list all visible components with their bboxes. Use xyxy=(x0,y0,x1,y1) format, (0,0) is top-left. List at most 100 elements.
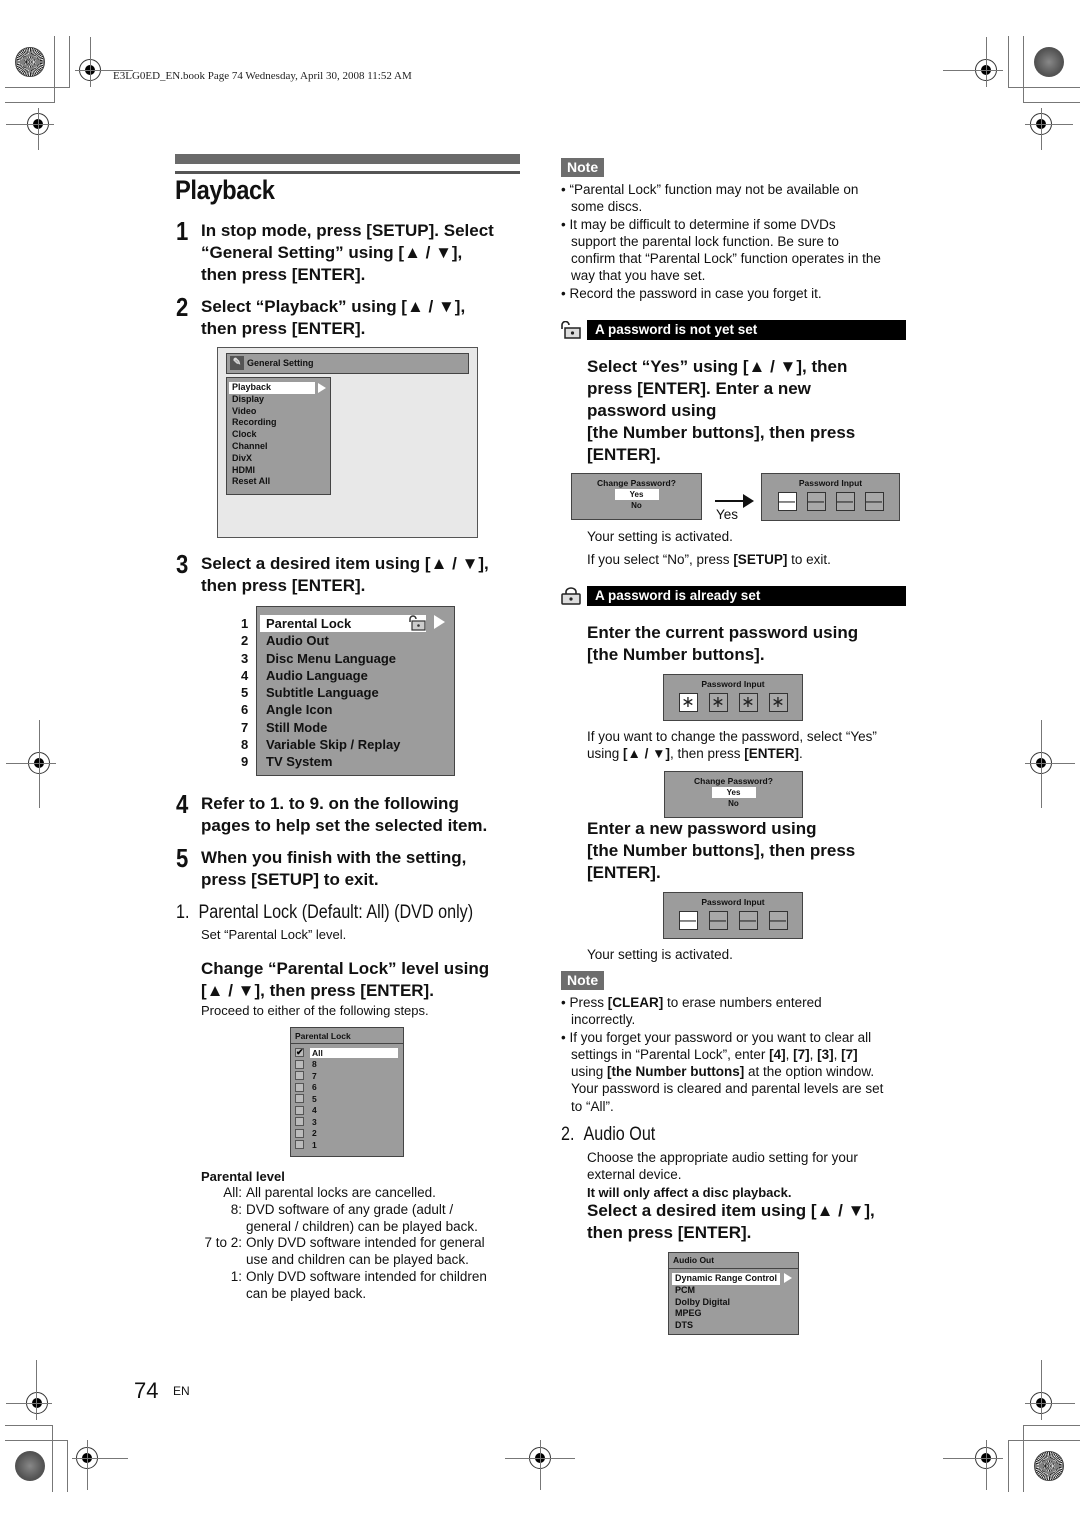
step-number: 2 xyxy=(176,292,189,322)
password-digit[interactable]: — xyxy=(835,492,855,511)
step-number: 4 xyxy=(176,789,189,819)
password-digit[interactable]: ∗ xyxy=(738,693,758,712)
menu-item-angle-icon[interactable]: Angle Icon xyxy=(260,701,454,718)
step-text: Select “Playback” using [▲ / ▼], then pre… xyxy=(201,297,466,338)
password-digit[interactable]: ∗ xyxy=(768,693,788,712)
step-number: 3 xyxy=(176,549,189,579)
menu-item-clock[interactable]: Clock xyxy=(229,429,330,441)
setting-activated-text: Your setting is activated. xyxy=(587,529,733,544)
level-option-all[interactable]: ✔ All xyxy=(291,1047,403,1059)
menu-item-display[interactable]: Display xyxy=(229,394,330,406)
password-digit[interactable]: ∗ xyxy=(708,693,728,712)
checkbox-icon[interactable] xyxy=(295,1059,304,1069)
yes-option[interactable]: Yes xyxy=(614,489,659,500)
playback-menu: Parental Lock Audio Out Disc Menu Langua… xyxy=(256,606,455,776)
menu-item-video[interactable]: Video xyxy=(229,406,330,418)
parental-lock-instruction: Change “Parental Lock” level using [▲ / ▼… xyxy=(201,959,490,1000)
new-password-input-box: Password Input — — — — xyxy=(663,892,803,939)
yes-option[interactable]: Yes xyxy=(711,787,756,798)
level-option-3[interactable]: 3 xyxy=(291,1116,403,1128)
password-digit[interactable]: — xyxy=(678,911,698,930)
general-setting-screen: ✎ General Setting Playback Display Video… xyxy=(217,347,478,538)
parental-lock-menu-title: Parental Lock xyxy=(291,1028,403,1044)
level-option-4[interactable]: 4 xyxy=(291,1105,403,1117)
menu-item-still-mode[interactable]: Still Mode xyxy=(260,719,454,736)
already-set-instruction: Enter the current password using [the Num… xyxy=(587,623,859,664)
triangle-right-icon xyxy=(784,1273,792,1283)
audio-out-menu-title: Audio Out xyxy=(669,1253,798,1269)
menu-item-channel[interactable]: Channel xyxy=(229,441,330,453)
menu-item-pcm[interactable]: PCM xyxy=(672,1285,798,1297)
password-input-box: Password Input — — — — xyxy=(761,473,900,521)
checkbox-icon[interactable] xyxy=(295,1117,304,1127)
checkbox-icon[interactable] xyxy=(295,1094,304,1104)
arrow-right-icon xyxy=(715,500,745,502)
menu-item-dts[interactable]: DTS xyxy=(672,1320,798,1332)
password-digit[interactable]: — xyxy=(806,492,826,511)
menu-item-audio-out[interactable]: Audio Out xyxy=(260,632,454,649)
page-number: 74 xyxy=(134,1378,159,1403)
registration-disc-icon xyxy=(15,1451,45,1481)
level-option-8[interactable]: 8 xyxy=(291,1059,403,1071)
menu-item-variable-skip-replay[interactable]: Variable Skip / Replay xyxy=(260,736,454,753)
menu-item-subtitle-language[interactable]: Subtitle Language xyxy=(260,684,454,701)
general-setting-header: ✎ General Setting xyxy=(226,353,469,374)
checkbox-icon[interactable] xyxy=(295,1082,304,1092)
level-option-2[interactable]: 2 xyxy=(291,1128,403,1140)
menu-item-divx[interactable]: DivX xyxy=(229,453,330,465)
menu-item-dynamic-range-control[interactable]: Dynamic Range Control xyxy=(672,1273,780,1285)
password-digit[interactable]: — xyxy=(777,492,797,511)
note-badge: Note xyxy=(561,158,605,177)
level-option-5[interactable]: 5 xyxy=(291,1093,403,1105)
password-digit[interactable]: — xyxy=(768,911,788,930)
checkbox-icon[interactable] xyxy=(295,1128,304,1138)
note-item: • Record the password in case you forget… xyxy=(561,285,822,301)
level-option-1[interactable]: 1 xyxy=(291,1139,403,1151)
page-title: Playback xyxy=(175,175,275,205)
dialog-title: Change Password? xyxy=(694,776,773,786)
password-digit[interactable]: — xyxy=(864,492,884,511)
parental-level-list: All: All parental locks are cancelled. 8:… xyxy=(204,1185,487,1301)
menu-item-disc-menu-language[interactable]: Disc Menu Language xyxy=(260,650,454,667)
lock-open-icon xyxy=(561,321,581,339)
step-text: In stop mode, press [SETUP]. Select “Gene… xyxy=(201,221,494,284)
password-digit[interactable]: — xyxy=(708,911,728,930)
menu-item-parental-lock[interactable]: Parental Lock xyxy=(260,615,426,633)
menu-item-audio-language[interactable]: Audio Language xyxy=(260,667,454,684)
dialog-title: Password Input xyxy=(701,897,765,907)
password-digit[interactable]: — xyxy=(738,911,758,930)
registration-disc-icon xyxy=(1034,47,1064,77)
note-item: • Press [CLEAR] to erase numbers entered… xyxy=(561,995,822,1028)
level-option-6[interactable]: 6 xyxy=(291,1082,403,1094)
title-bar-decoration xyxy=(175,154,520,164)
no-option[interactable]: No xyxy=(712,798,756,809)
menu-item-mpeg[interactable]: MPEG xyxy=(672,1308,798,1320)
checkbox-checked-icon[interactable]: ✔ xyxy=(295,1048,304,1058)
lock-open-icon xyxy=(409,615,426,631)
menu-item-tv-system[interactable]: TV System xyxy=(260,753,454,770)
checkbox-icon[interactable] xyxy=(295,1140,304,1150)
menu-item-recording[interactable]: Recording xyxy=(229,417,330,429)
step-text: Refer to 1. to 9. on the following pages … xyxy=(201,794,488,835)
menu-item-reset-all[interactable]: Reset All xyxy=(229,476,330,488)
menu-item-dolby-digital[interactable]: Dolby Digital xyxy=(672,1297,798,1309)
audio-out-heading: 2. Audio Out xyxy=(561,1124,656,1145)
not-set-instruction: Select “Yes” using [▲ / ▼], then press [E… xyxy=(587,357,856,464)
menu-item-playback[interactable]: Playback xyxy=(229,382,315,394)
note-item: • “Parental Lock” function may not be av… xyxy=(561,182,859,215)
arrow-right-icon-head xyxy=(743,494,754,508)
checkbox-icon[interactable] xyxy=(295,1071,304,1081)
level-option-7[interactable]: 7 xyxy=(291,1070,403,1082)
general-setting-menu: Playback Display Video Recording Clock C… xyxy=(226,377,331,495)
proceed-text: Proceed to either of the following steps… xyxy=(201,1003,429,1018)
dialog-title: Password Input xyxy=(701,679,765,689)
parental-lock-heading: 1. Parental Lock (Default: All) (DVD onl… xyxy=(176,902,474,923)
audio-out-instruction: Select a desired item using [▲ / ▼], then… xyxy=(587,1201,875,1242)
step-text: Select a desired item using [▲ / ▼], then… xyxy=(201,554,489,595)
no-option[interactable]: No xyxy=(615,500,659,511)
menu-item-hdmi[interactable]: HDMI xyxy=(229,465,330,477)
note-badge: Note xyxy=(561,971,605,990)
note-list: • Press [CLEAR] to erase numbers entered… xyxy=(561,994,906,1115)
password-digit[interactable]: ∗ xyxy=(678,693,698,712)
checkbox-icon[interactable] xyxy=(295,1105,304,1115)
